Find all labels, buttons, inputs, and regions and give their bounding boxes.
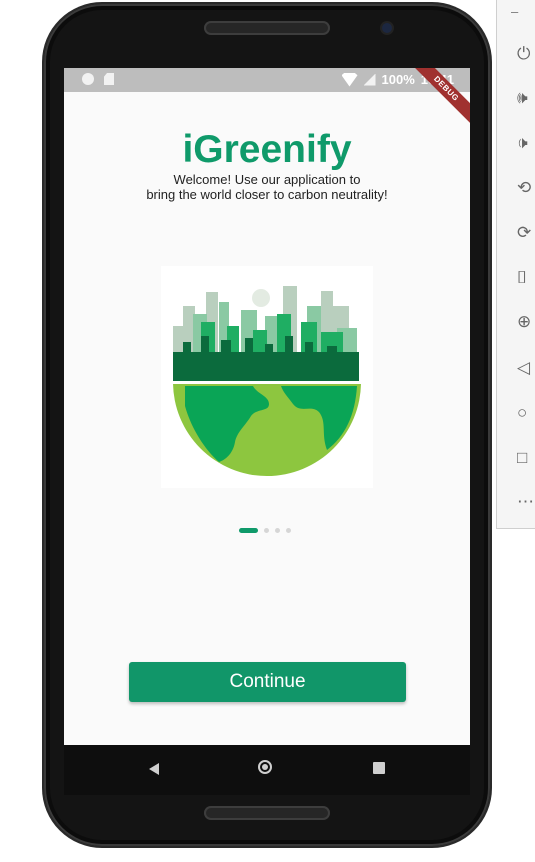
wifi-icon [341,72,358,87]
page-indicator [239,528,291,533]
emulator-toolbar: – ⏻ 🕪 🕩 ⟲ ⟳ ⌷ ⊕ ◁ ○ □ ⋯ [496,0,535,529]
power-icon[interactable]: ⏻ [517,44,535,64]
bottom-speaker [204,806,330,820]
city-earth-svg [173,286,361,476]
app-title: iGreenify [182,128,352,171]
android-nav-bar [64,745,470,795]
status-bar: 100% 10:41 DEBUG [64,68,470,130]
page-dot[interactable] [286,528,291,533]
app-screen: 100% 10:41 DEBUG iGreenify Welcome! Use … [64,68,470,745]
nav-home-icon[interactable] [258,760,272,774]
rotate-left-icon[interactable]: ⟲ [517,178,535,198]
page-dot[interactable] [275,528,280,533]
volume-up-icon[interactable]: 🕪 [517,88,535,108]
back-icon[interactable]: ◁ [517,358,535,378]
welcome-line-1: Welcome! Use our application to [173,172,361,187]
notification-circle-icon [82,73,94,85]
city-earth-illustration [161,266,373,488]
cell-signal-icon [363,73,376,86]
welcome-text: Welcome! Use our application to bring th… [64,172,470,202]
page-dot-active[interactable] [239,528,258,533]
phone-frame: 100% 10:41 DEBUG iGreenify Welcome! Use … [44,4,490,846]
rotate-right-icon[interactable]: ⟳ [517,223,535,243]
home-icon[interactable]: ○ [517,403,535,423]
front-camera [382,23,392,33]
top-speaker [204,21,330,35]
welcome-line-2: bring the world closer to carbon neutral… [146,187,388,202]
page-dot[interactable] [264,528,269,533]
battery-percent: 100% [381,72,415,87]
continue-button[interactable]: Continue [129,662,406,702]
zoom-icon[interactable]: ⊕ [517,312,535,332]
more-icon[interactable]: ⋯ [517,492,535,512]
overview-icon[interactable]: □ [517,448,535,468]
sd-card-icon [104,73,114,85]
camera-icon[interactable]: ⌷ [517,268,535,288]
nav-back-icon[interactable] [149,763,159,775]
nav-recents-icon[interactable] [373,762,385,774]
minimize-button[interactable]: – [511,4,518,19]
volume-down-icon[interactable]: 🕩 [517,133,535,153]
